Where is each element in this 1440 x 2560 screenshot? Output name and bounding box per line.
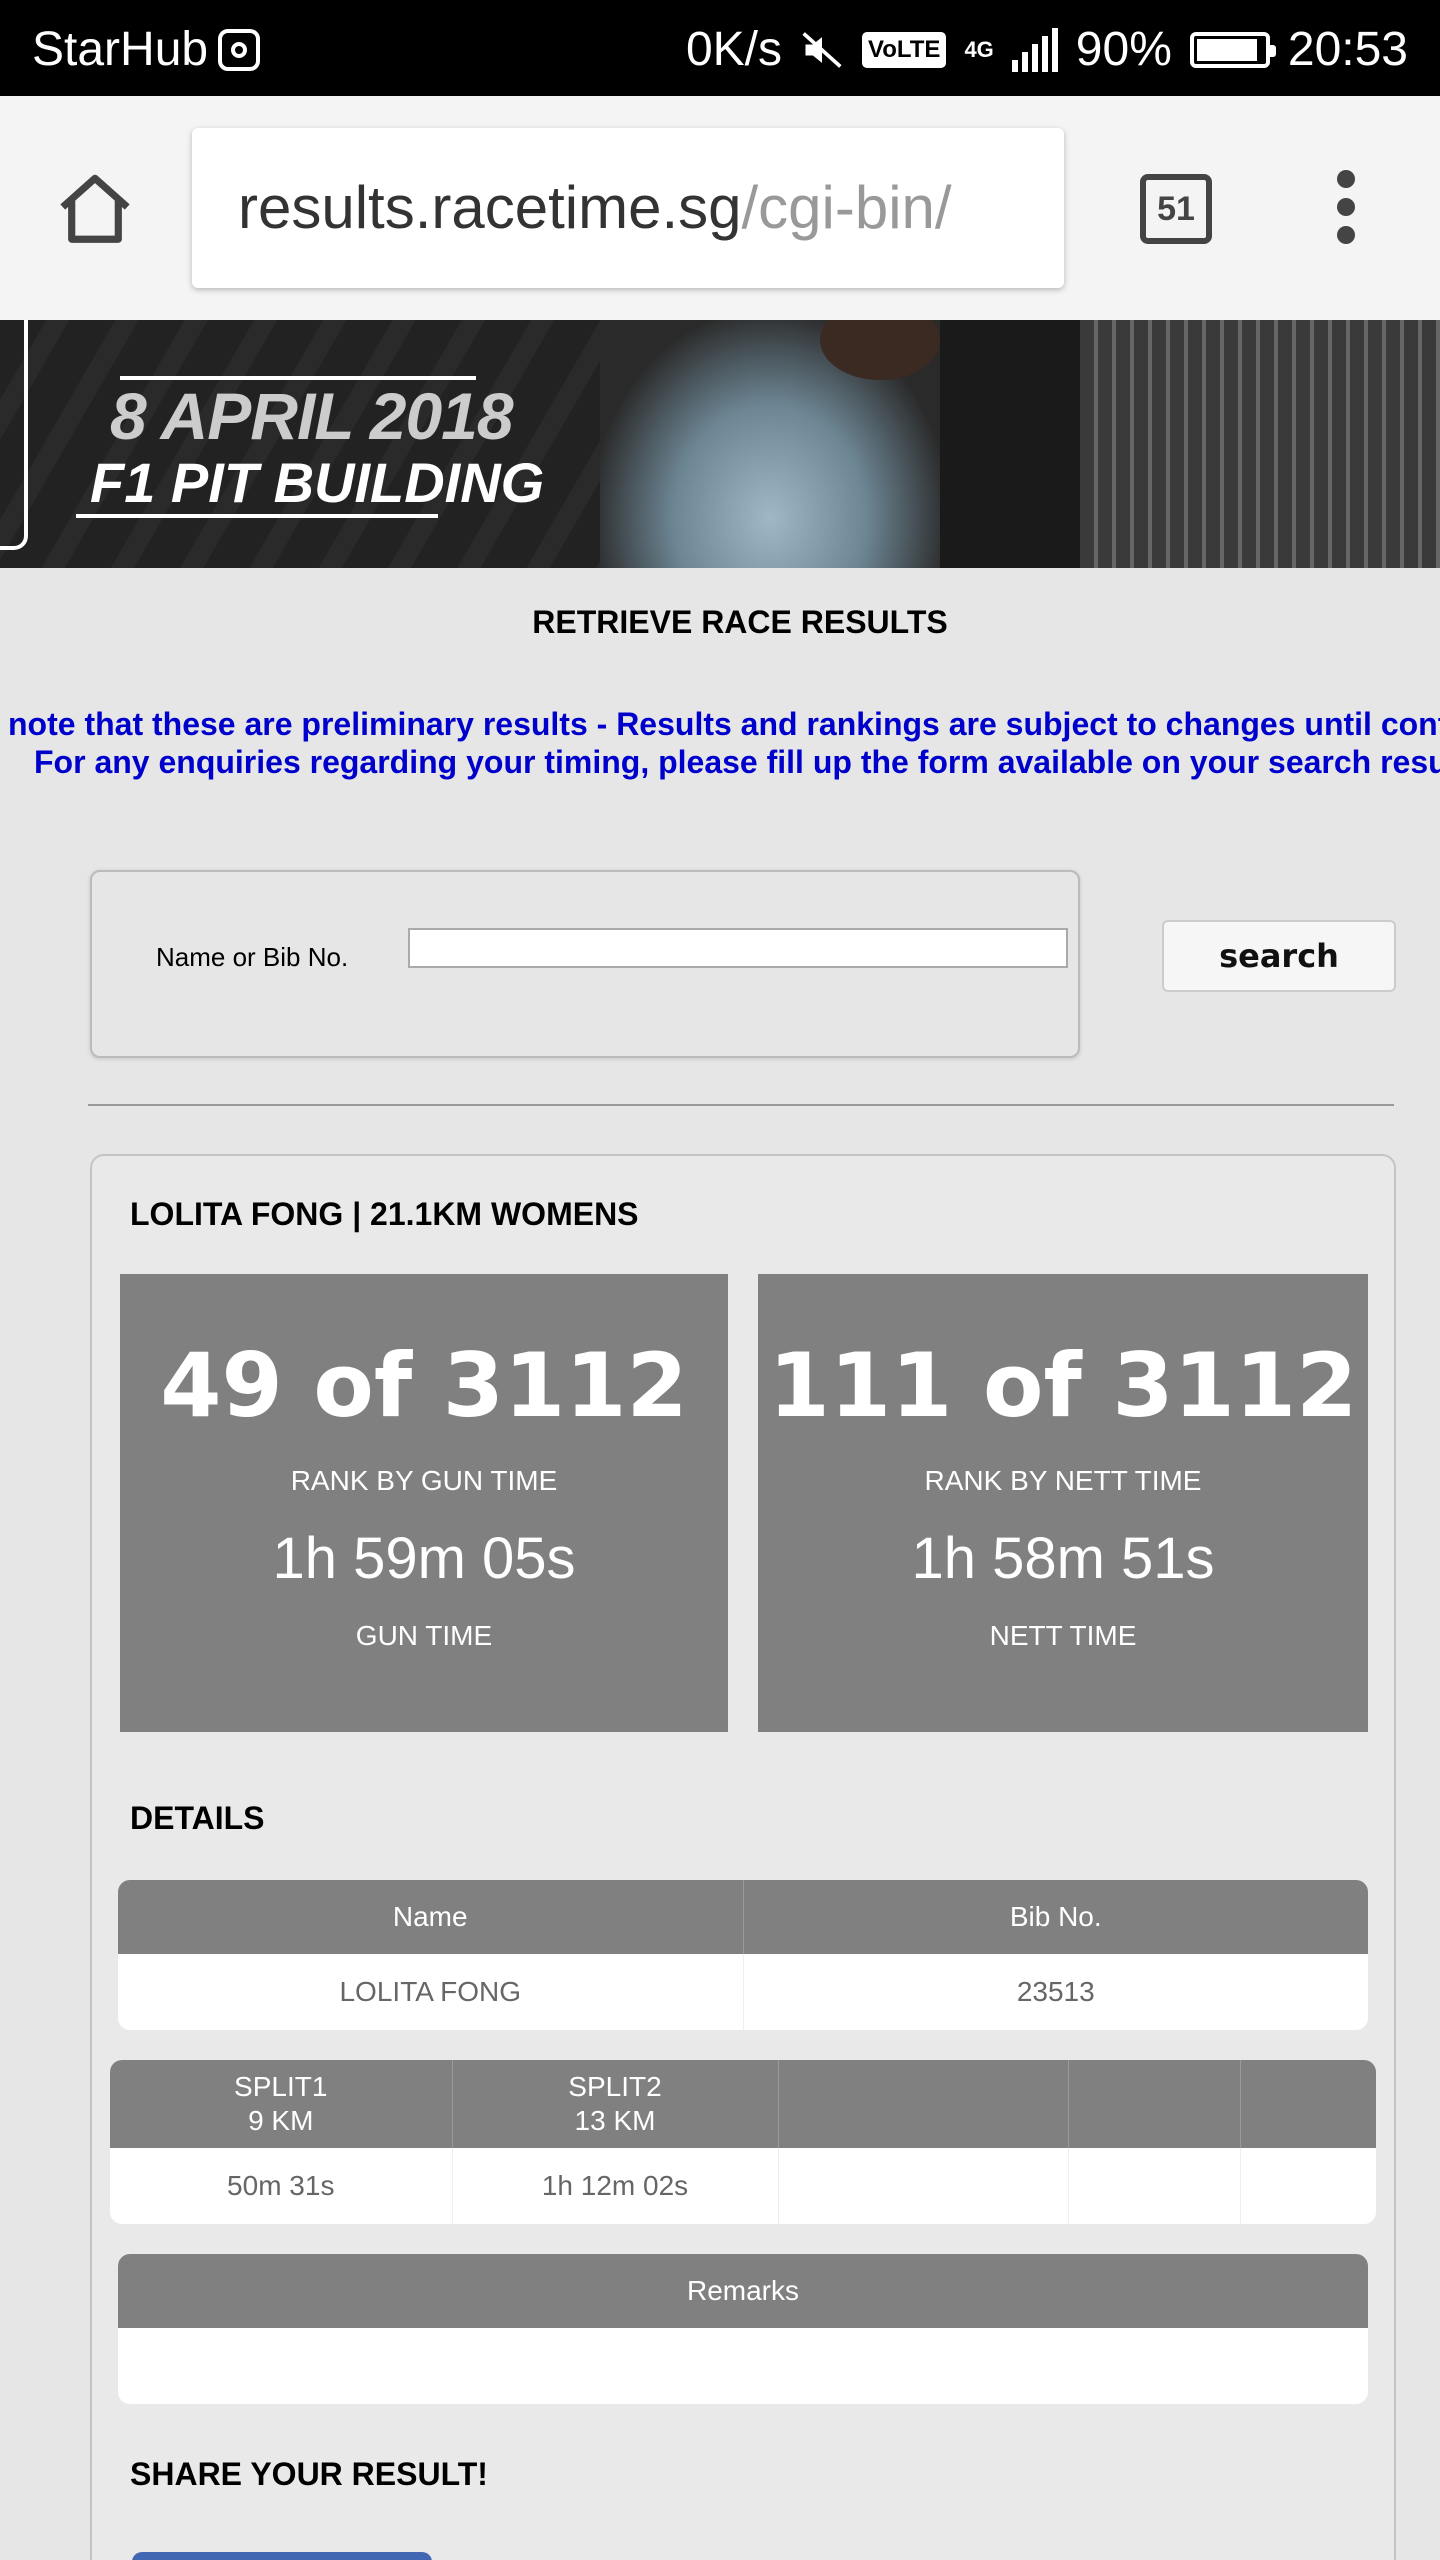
tab-switcher-button[interactable]: 51: [1140, 174, 1212, 244]
search-button[interactable]: search: [1162, 920, 1396, 992]
gun-rank-label: RANK BY GUN TIME: [290, 1465, 558, 1496]
divider: [88, 1104, 1394, 1106]
share-heading: SHARE YOUR RESULT!: [130, 2456, 488, 2492]
nett-time-label: NETT TIME: [989, 1620, 1137, 1651]
table-row: LOLITA FONG 23513: [118, 1954, 1368, 2030]
table-header-row: SPLIT1 9 KM SPLIT2 13 KM: [110, 2060, 1376, 2148]
event-venue: F1 PIT BUILDING: [90, 451, 545, 514]
enquiry-notice: For any enquiries regarding your timing,…: [34, 744, 1440, 780]
remarks-table: Remarks: [118, 2254, 1368, 2404]
signal-icon: [1011, 27, 1058, 72]
battery-percent: 90%: [1075, 23, 1172, 76]
cell-split2: 1h 12m 02s: [452, 2148, 779, 2224]
cell-empty: [1240, 2148, 1376, 2224]
cell-split1: 50m 31s: [110, 2148, 453, 2224]
cell-name: LOLITA FONG: [118, 1954, 744, 2030]
table-row: 50m 31s 1h 12m 02s: [110, 2148, 1376, 2224]
screen: StarHub 0K/s VoLTE 4G 90% 20:53 results.…: [0, 0, 1440, 2560]
page-title: RETRIEVE RACE RESULTS: [532, 604, 948, 640]
column-header-name: Name: [118, 1880, 744, 1954]
nett-time-box: 111 of 3112 RANK BY NETT TIME 1h 58m 51s…: [758, 1274, 1368, 1732]
address-bar[interactable]: results.racetime.sg/cgi-bin/: [192, 128, 1064, 288]
splits-table: SPLIT1 9 KM SPLIT2 13 KM 50m 31s 1h 12m …: [110, 2060, 1376, 2224]
volte-badge: VoLTE: [862, 31, 947, 68]
column-header-split2: SPLIT2 13 KM: [452, 2060, 779, 2148]
cell-empty: [778, 2148, 1069, 2224]
details-heading: DETAILS: [130, 1800, 265, 1836]
building-image: [1080, 320, 1440, 568]
gun-time-box: 49 of 3112 RANK BY GUN TIME 1h 59m 05s G…: [120, 1274, 728, 1732]
athlete-heading: LOLITA FONG | 21.1KM WOMENS: [130, 1196, 639, 1232]
mute-icon: [802, 31, 842, 68]
column-header-empty: [1068, 2060, 1241, 2148]
result-card: LOLITA FONG | 21.1KM WOMENS 49 of 3112 R…: [90, 1154, 1396, 2560]
status-bar: StarHub 0K/s VoLTE 4G 90% 20:53: [0, 0, 1440, 96]
search-panel: Name or Bib No.: [90, 870, 1080, 1058]
cell-remarks: [118, 2328, 1368, 2404]
nett-rank: 111 of 3112: [768, 1334, 1358, 1437]
split2-name: SPLIT2: [568, 2071, 662, 2102]
url-path: /cgi-bin/: [741, 174, 952, 241]
column-header-empty: [1240, 2060, 1376, 2148]
split2-distance: 13 KM: [574, 2105, 656, 2136]
column-header-remarks: Remarks: [118, 2254, 1368, 2328]
browser-toolbar: results.racetime.sg/cgi-bin/ 51: [0, 96, 1440, 320]
cell-bib: 23513: [1016, 1976, 1095, 2007]
column-header-bib: Bib No.: [743, 1880, 1368, 1954]
gun-rank: 49 of 3112: [160, 1334, 688, 1437]
cell-empty: [1068, 2148, 1241, 2224]
overflow-menu-icon[interactable]: [1330, 170, 1362, 260]
split1-name: SPLIT1: [234, 2071, 328, 2102]
preliminary-notice: note that these are preliminary results …: [8, 706, 1440, 742]
clock: 20:53: [1287, 23, 1408, 76]
nett-time: 1h 58m 51s: [911, 1526, 1215, 1591]
search-input[interactable]: [408, 928, 1068, 968]
column-header-split1: SPLIT1 9 KM: [110, 2060, 453, 2148]
nett-rank-label: RANK BY NETT TIME: [924, 1465, 1202, 1496]
home-icon[interactable]: [52, 164, 138, 250]
details-table: Name Bib No. LOLITA FONG 23513: [118, 1880, 1368, 2030]
table-header-row: Name Bib No.: [118, 1880, 1368, 1954]
network-speed: 0K/s: [685, 23, 782, 76]
event-banner: 8 APRIL 2018 F1 PIT BUILDING: [0, 320, 1440, 568]
gun-time: 1h 59m 05s: [272, 1526, 576, 1591]
battery-icon: [1189, 31, 1276, 68]
url-host: results.racetime.sg: [238, 174, 742, 241]
table-header-row: Remarks: [118, 2254, 1368, 2328]
network-type: 4G: [964, 36, 994, 62]
event-date: 8 APRIL 2018: [110, 379, 514, 453]
carrier-name: StarHub: [32, 23, 209, 76]
table-row: [118, 2328, 1368, 2404]
split1-distance: 9 KM: [248, 2105, 314, 2136]
column-header-empty: [778, 2060, 1069, 2148]
instagram-icon: [218, 28, 261, 71]
facebook-share-button[interactable]: [132, 2552, 432, 2560]
gun-time-label: GUN TIME: [355, 1620, 493, 1651]
search-label: Name or Bib No.: [156, 942, 349, 972]
